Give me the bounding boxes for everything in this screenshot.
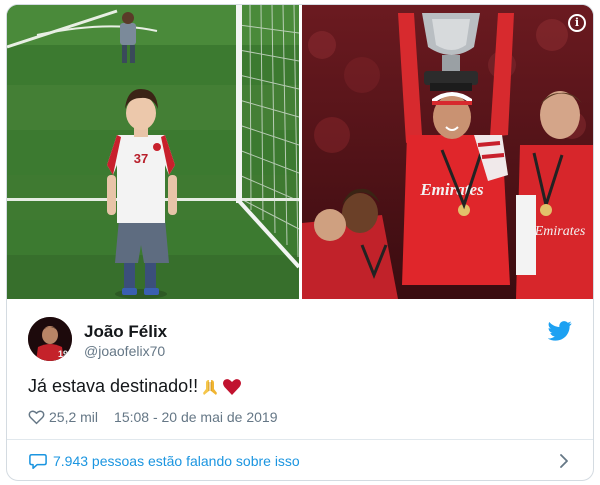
tweet-meta: 25,2 mil 15:08 - 20 de mai de 2019 — [28, 407, 278, 427]
info-icon[interactable]: i — [568, 14, 586, 32]
tweet-text-content: Já estava destinado!! — [28, 376, 199, 396]
folded-hands-icon — [203, 379, 218, 395]
user-handle[interactable]: @joaofelix70 — [84, 343, 165, 359]
tweet-media[interactable]: 37 Emirates Emirates i — [7, 5, 593, 299]
twitter-bird-icon[interactable] — [548, 321, 572, 341]
shirt-sponsor: Emirates — [419, 180, 484, 199]
chevron-right-icon[interactable] — [559, 454, 569, 468]
svg-text:19: 19 — [58, 349, 68, 359]
display-name[interactable]: João Félix — [84, 322, 167, 342]
tweet-text: Já estava destinado!! — [28, 376, 242, 397]
heart-outline-icon[interactable] — [28, 409, 45, 425]
like-count[interactable]: 25,2 mil — [49, 409, 98, 425]
shirt-sponsor-right: Emirates — [534, 224, 586, 239]
tweet-timestamp[interactable]: 15:08 - 20 de mai de 2019 — [114, 409, 277, 425]
red-heart-icon — [223, 378, 242, 395]
tweet-card[interactable]: 37 Emirates Emirates i 19 João Félix @jo… — [6, 4, 594, 481]
photo-child-on-pitch[interactable]: 37 — [7, 5, 299, 299]
avatar[interactable]: 19 — [28, 317, 72, 361]
conversation-link[interactable]: 7.943 pessoas estão falando sobre isso — [7, 440, 593, 480]
speech-bubble-icon — [29, 453, 47, 469]
photo-trophy-celebration[interactable]: Emirates Emirates i — [302, 5, 593, 299]
shirt-number: 37 — [134, 151, 148, 166]
tweet-author: 19 João Félix @joaofelix70 — [7, 299, 593, 365]
conversation-count[interactable]: 7.943 pessoas estão falando sobre isso — [53, 453, 300, 469]
